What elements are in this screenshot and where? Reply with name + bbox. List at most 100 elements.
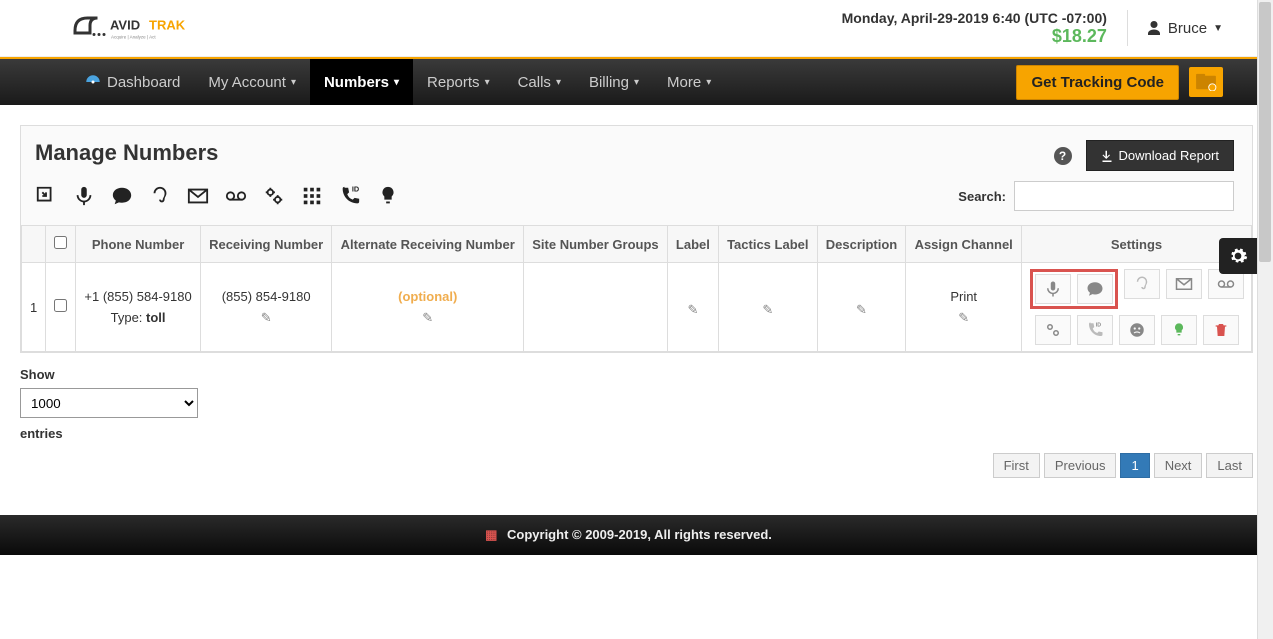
edit-icon[interactable]: ✎ (856, 302, 867, 318)
main-nav: Dashboard My Account▾ Numbers▾ Reports▾ … (0, 57, 1273, 105)
edit-icon[interactable]: ✎ (958, 310, 969, 326)
svg-text:Acquire | Analyze | Act: Acquire | Analyze | Act (111, 35, 156, 40)
microphone-icon[interactable] (73, 185, 95, 207)
setting-whisper-button[interactable] (1124, 269, 1160, 299)
side-settings-button[interactable] (1219, 238, 1257, 274)
nav-calls-label: Calls (518, 74, 551, 91)
edit-icon[interactable]: ✎ (687, 302, 698, 318)
setting-email-button[interactable] (1166, 269, 1202, 299)
highlighted-settings-box (1030, 269, 1118, 309)
lightbulb-icon[interactable] (377, 185, 399, 207)
caret-down-icon: ▾ (556, 77, 561, 88)
caret-down-icon: ▼ (1213, 23, 1223, 34)
alt-receiving-placeholder: (optional) (340, 289, 515, 304)
nav-numbers-label: Numbers (324, 74, 389, 91)
gears-icon[interactable] (263, 185, 285, 207)
edit-icon[interactable]: ✎ (762, 302, 773, 318)
account-balance: $18.27 (842, 26, 1107, 47)
col-checkbox (46, 226, 76, 263)
page-previous-button[interactable]: Previous (1044, 453, 1117, 478)
search-input[interactable] (1014, 181, 1234, 211)
row-checkbox[interactable] (54, 299, 67, 312)
col-description[interactable]: Description (817, 226, 906, 263)
home-folder-button[interactable] (1189, 67, 1223, 97)
cell-alt-receiving-number: (optional) ✎ (332, 263, 524, 352)
dashboard-icon (84, 73, 102, 91)
nav-numbers[interactable]: Numbers▾ (310, 59, 413, 105)
mail-icon[interactable] (187, 185, 209, 207)
edit-icon[interactable]: ✎ (261, 310, 272, 326)
brand-logo[interactable]: AVID TRAK Acquire | Analyze | Act (70, 8, 220, 48)
footer-copyright: Copyright © 2009-2019, All rights reserv… (507, 527, 772, 542)
cell-label: ✎ (667, 263, 718, 352)
nav-more[interactable]: More▾ (653, 59, 725, 105)
caret-down-icon: ▾ (634, 77, 639, 88)
page-last-button[interactable]: Last (1206, 453, 1253, 478)
scrollbar-thumb[interactable] (1259, 2, 1271, 262)
cell-description: ✎ (817, 263, 906, 352)
setting-chat-button[interactable] (1077, 274, 1113, 304)
grid-icon[interactable] (301, 185, 323, 207)
col-assign-channel[interactable]: Assign Channel (906, 226, 1022, 263)
cell-receiving-number: (855) 854-9180 ✎ (200, 263, 332, 352)
edit-icon[interactable]: ✎ (422, 310, 433, 326)
show-entries-select[interactable]: 1000 (20, 388, 198, 418)
setting-spam-button[interactable] (1119, 315, 1155, 345)
col-site-number-groups[interactable]: Site Number Groups (524, 226, 668, 263)
col-label[interactable]: Label (667, 226, 718, 263)
nav-billing-label: Billing (589, 74, 629, 91)
nav-reports[interactable]: Reports▾ (413, 59, 504, 105)
select-all-checkbox[interactable] (54, 236, 67, 249)
setting-insights-button[interactable] (1161, 315, 1197, 345)
table-row: 1 +1 (855) 584-9180 Type: toll (855) 854… (22, 263, 1252, 352)
cell-tactics-label: ✎ (718, 263, 817, 352)
download-report-label: Download Report (1119, 148, 1219, 163)
svg-text:AVID: AVID (110, 18, 140, 33)
phone-number-value: +1 (855) 584-9180 (84, 289, 192, 304)
nav-billing[interactable]: Billing ▾ (575, 59, 653, 105)
numbers-table: Phone Number Receiving Number Alternate … (21, 225, 1252, 352)
vertical-scrollbar[interactable] (1257, 0, 1273, 639)
folder-home-icon (1195, 73, 1217, 91)
caret-down-icon: ▾ (291, 77, 296, 88)
user-menu[interactable]: Bruce ▼ (1127, 10, 1223, 46)
caret-down-icon: ▾ (485, 77, 490, 88)
caller-id-icon[interactable]: ID (339, 185, 361, 207)
cell-settings: ID (1022, 263, 1252, 352)
col-phone-number[interactable]: Phone Number (76, 226, 201, 263)
get-tracking-code-button[interactable]: Get Tracking Code (1016, 65, 1179, 100)
avidtrak-logo-icon: AVID TRAK Acquire | Analyze | Act (70, 8, 220, 48)
feature-toolbar: ID (35, 185, 399, 207)
help-button[interactable]: ? (1054, 147, 1072, 165)
setting-caller-id-button[interactable]: ID (1077, 315, 1113, 345)
col-receiving-number[interactable]: Receiving Number (200, 226, 332, 263)
ear-icon[interactable] (149, 185, 171, 207)
caret-down-icon: ▾ (706, 77, 711, 88)
footer-grid-icon: ▦ (485, 527, 497, 542)
page-current-button[interactable]: 1 (1120, 453, 1149, 478)
page-next-button[interactable]: Next (1154, 453, 1203, 478)
setting-advanced-button[interactable] (1035, 315, 1071, 345)
call-forward-icon[interactable] (35, 185, 57, 207)
nav-my-account[interactable]: My Account ▾ (194, 59, 310, 105)
voicemail-icon[interactable] (225, 185, 247, 207)
download-report-button[interactable]: Download Report (1086, 140, 1234, 171)
list-controls: Show 1000 entries (20, 353, 1253, 445)
top-bar: AVID TRAK Acquire | Analyze | Act Monday… (0, 0, 1273, 57)
chat-icon[interactable] (111, 185, 133, 207)
gear-icon (1228, 246, 1248, 266)
col-index (22, 226, 46, 263)
setting-delete-button[interactable] (1203, 315, 1239, 345)
setting-microphone-button[interactable] (1035, 274, 1071, 304)
svg-text:ID: ID (352, 185, 359, 193)
nav-dashboard[interactable]: Dashboard (70, 59, 194, 105)
user-name-label: Bruce (1168, 20, 1207, 37)
nav-calls[interactable]: Calls ▾ (504, 59, 575, 105)
page-title: Manage Numbers (35, 140, 218, 166)
col-settings: Settings (1022, 226, 1252, 263)
nav-my-account-label: My Account (208, 74, 286, 91)
col-tactics-label[interactable]: Tactics Label (718, 226, 817, 263)
col-alt-receiving-number[interactable]: Alternate Receiving Number (332, 226, 524, 263)
page-first-button[interactable]: First (993, 453, 1040, 478)
row-index: 1 (22, 263, 46, 352)
